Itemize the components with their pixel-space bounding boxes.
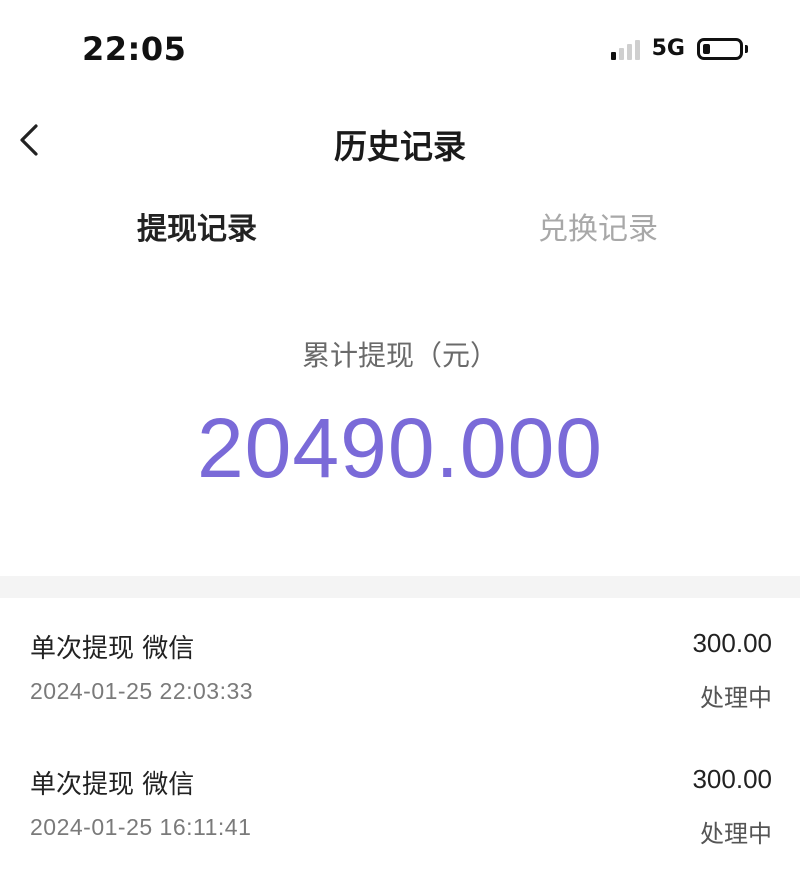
status-badge: 处理中 xyxy=(700,684,772,712)
total-withdraw-label: 累计提现（元） xyxy=(301,339,498,372)
section-divider xyxy=(0,576,800,598)
record-title: 单次提现 微信 xyxy=(30,770,195,800)
signal-icon xyxy=(610,38,640,60)
record-title: 单次提现 微信 xyxy=(30,634,195,664)
status-badge: 处理中 xyxy=(700,820,772,848)
status-indicators: 5G xyxy=(610,36,748,61)
nav-bar: 历史记录 xyxy=(0,100,800,184)
list-item[interactable]: 单次提现 微信 2024-01-25 22:03:33 300.00 处理中 xyxy=(0,598,800,734)
withdraw-record-list: 单次提现 微信 2024-01-25 22:03:33 300.00 处理中 单… xyxy=(0,598,800,870)
tab-withdraw-records[interactable]: 提现记录 xyxy=(137,204,257,248)
list-item[interactable]: 单次提现 微信 2024-01-25 16:11:41 300.00 处理中 xyxy=(0,734,800,870)
tab-exchange-records[interactable]: 兑换记录 xyxy=(538,204,658,248)
record-time: 2024-01-25 22:03:33 xyxy=(30,678,254,704)
tab-bar: 提现记录 兑换记录 xyxy=(0,196,800,260)
total-withdraw-amount: 20490.000 xyxy=(196,401,604,495)
status-bar: 22:05 5G xyxy=(0,0,800,100)
record-time: 2024-01-25 16:11:41 xyxy=(30,814,252,840)
page-title: 历史记录 xyxy=(334,127,466,166)
battery-icon xyxy=(697,37,748,60)
network-label: 5G xyxy=(651,36,685,61)
record-amount: 300.00 xyxy=(692,764,772,794)
status-time: 22:05 xyxy=(82,30,187,68)
record-amount: 300.00 xyxy=(692,628,772,658)
